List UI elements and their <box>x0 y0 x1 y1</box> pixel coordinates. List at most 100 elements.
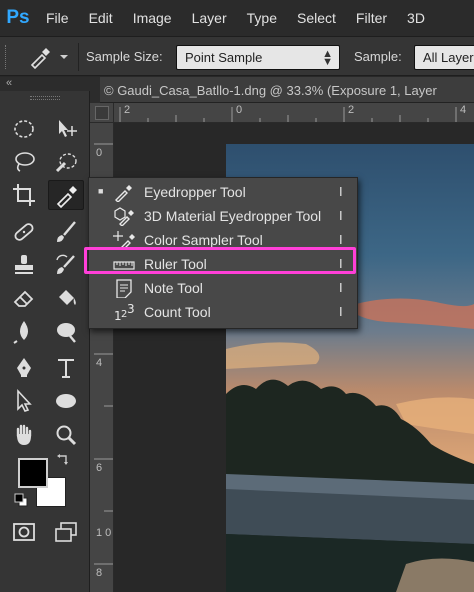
type-icon <box>58 359 74 378</box>
menu-bar: Ps File Edit Image Layer Type Select Fil… <box>0 0 474 36</box>
quick-mask-button[interactable] <box>6 517 42 547</box>
sample-size-select[interactable]: Point Sample ▲ ▼ <box>176 45 340 70</box>
dodge-tool[interactable] <box>48 316 84 346</box>
flyout-item-label: Note Tool <box>144 280 203 296</box>
pen-icon <box>17 358 31 377</box>
ruler-origin-box <box>95 106 109 120</box>
flyout-shortcut: I <box>339 184 343 199</box>
updown-chevron-icon: ▲ ▼ <box>322 48 333 68</box>
default-colors-icon[interactable] <box>14 493 28 507</box>
move-icon <box>59 120 77 137</box>
menu-select[interactable]: Select <box>287 10 346 26</box>
move-tool[interactable] <box>48 114 84 144</box>
flyout-shortcut: I <box>339 304 343 319</box>
tool-preset-picker[interactable] <box>24 45 70 70</box>
path-selection-icon <box>17 388 32 412</box>
brush-icon <box>57 221 76 242</box>
flyout-item-label: Color Sampler Tool <box>144 232 263 248</box>
count-icon: 1 2 3 <box>114 302 135 322</box>
chevron-down-icon <box>60 55 68 59</box>
options-bar-grip[interactable] <box>5 45 8 69</box>
ruler-origin[interactable] <box>90 103 114 123</box>
foreground-color-swatch[interactable] <box>18 458 48 488</box>
history-brush-icon <box>56 254 75 274</box>
ruler-label: 6 <box>96 462 103 474</box>
photoshop-logo: Ps <box>6 7 30 28</box>
options-bar: Sample Size: Point Sample ▲ ▼ Sample: All… <box>0 36 474 76</box>
screen-mode-icon <box>55 522 77 542</box>
sample-size-label: Sample Size: <box>86 49 163 64</box>
menu-image[interactable]: Image <box>123 10 182 26</box>
lasso-tool[interactable] <box>6 147 42 177</box>
shape-tool[interactable] <box>48 386 84 416</box>
divider <box>78 43 79 71</box>
flyout-item-3d-material-eyedropper[interactable]: 3D Material Eyedropper Tool I <box>89 204 357 228</box>
eyedropper-icon <box>115 185 132 202</box>
swap-colors-icon[interactable] <box>56 452 70 466</box>
hand-icon <box>16 424 32 445</box>
flyout-item-count[interactable]: 1 2 3 Count Tool I <box>89 300 357 324</box>
flyout-shortcut: I <box>339 280 343 295</box>
note-icon <box>116 279 132 298</box>
bandage-icon <box>14 223 34 241</box>
brush-tool[interactable] <box>48 217 84 247</box>
tools-panel-grip[interactable] <box>30 96 60 100</box>
menu-3d[interactable]: 3D <box>397 10 435 26</box>
eraser-icon <box>13 290 34 307</box>
ruler-tool-highlight-box <box>84 247 356 274</box>
ruler-label: 2 <box>124 104 131 116</box>
flyout-shortcut: I <box>339 208 343 223</box>
paint-bucket-tool[interactable] <box>48 283 84 313</box>
path-selection-tool[interactable] <box>6 386 42 416</box>
zoom-icon <box>56 425 77 446</box>
ruler-label: 2 <box>348 104 355 116</box>
eyedropper-tool[interactable] <box>48 180 84 210</box>
menu-layer[interactable]: Layer <box>182 10 237 26</box>
flyout-item-note[interactable]: Note Tool I <box>89 276 357 300</box>
menu-file[interactable]: File <box>36 10 79 26</box>
sample-size-value: Point Sample <box>185 50 263 65</box>
document-title: © Gaudi_Casa_Batllo-1.dng @ 33.3% (Expos… <box>104 83 437 98</box>
ruler-label: 0 <box>236 104 243 116</box>
flyout-item-label: 3D Material Eyedropper Tool <box>144 208 322 224</box>
horizontal-ruler[interactable]: 2 0 2 4 <box>114 103 474 123</box>
collapse-panel-icon[interactable]: « <box>6 77 12 89</box>
flyout-shortcut: I <box>339 232 343 247</box>
crop-tool[interactable] <box>6 180 42 210</box>
type-tool[interactable] <box>48 353 84 383</box>
sample-label: Sample: <box>354 49 402 64</box>
pen-tool[interactable] <box>6 353 42 383</box>
menu-edit[interactable]: Edit <box>79 10 123 26</box>
quick-selection-tool[interactable] <box>48 147 84 177</box>
panel-grip[interactable] <box>90 77 100 103</box>
marquee-tool[interactable] <box>6 114 42 144</box>
flyout-item-eyedropper[interactable]: ■ Eyedropper Tool I <box>89 180 357 204</box>
zoom-tool[interactable] <box>48 420 84 450</box>
hand-tool[interactable] <box>6 420 42 450</box>
eyedropper-icon <box>56 186 77 208</box>
screen-mode-button[interactable] <box>48 517 84 547</box>
lasso-icon <box>15 152 35 172</box>
eraser-tool[interactable] <box>6 283 42 313</box>
blur-drop-icon <box>13 321 28 344</box>
spot-healing-tool[interactable] <box>6 217 42 247</box>
ruler-label: 4 <box>96 357 103 369</box>
document-tab[interactable]: © Gaudi_Casa_Batllo-1.dng @ 33.3% (Expos… <box>90 77 474 103</box>
clone-stamp-tool[interactable] <box>6 250 42 280</box>
tools-panel: « <box>0 77 90 592</box>
sample-value: All Layers <box>423 50 474 65</box>
flyout-item-label: Count Tool <box>144 304 211 320</box>
eyedropper-icon <box>30 48 68 70</box>
menu-filter[interactable]: Filter <box>346 10 397 26</box>
ruler-ticks <box>119 107 457 122</box>
svg-text:3: 3 <box>127 302 135 316</box>
ruler-label: 8 <box>96 567 103 579</box>
history-brush-tool[interactable] <box>48 250 84 280</box>
menu-type[interactable]: Type <box>237 10 287 26</box>
crop-icon <box>13 184 35 206</box>
blur-tool[interactable] <box>6 316 42 346</box>
current-tool-bullet: ■ <box>98 186 104 196</box>
ruler-label: 4 <box>460 104 467 116</box>
ruler-label: 1 0 <box>96 527 112 539</box>
sample-select[interactable]: All Layers <box>414 45 474 70</box>
